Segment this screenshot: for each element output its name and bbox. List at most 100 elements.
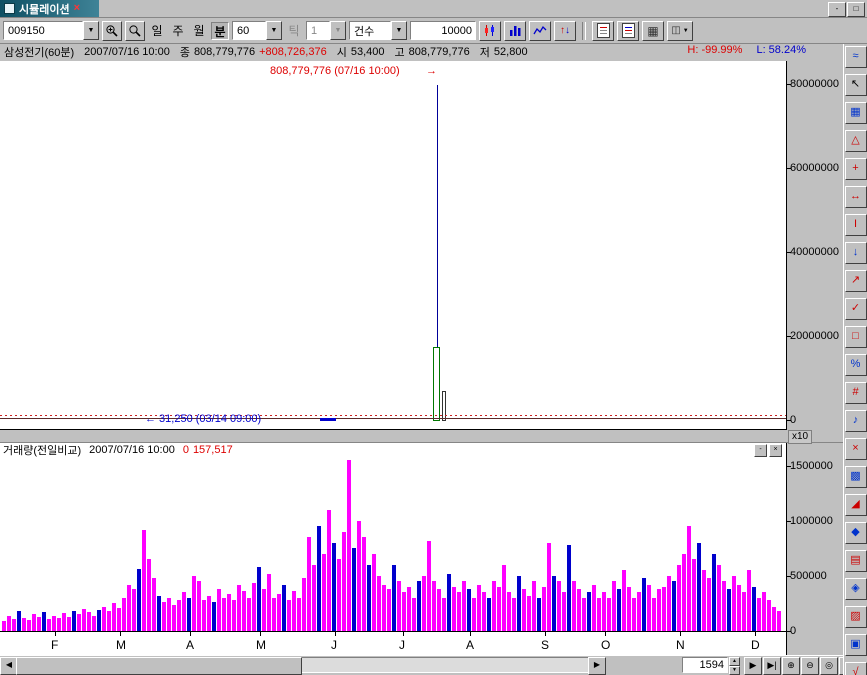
side-tool-button-7[interactable]: I [845, 214, 867, 236]
panel-minimize-icon[interactable]: - [754, 444, 767, 457]
chart-splitter[interactable] [0, 430, 867, 443]
month-tick-icon [335, 632, 336, 636]
chevron-down-icon[interactable]: ▼ [266, 21, 282, 40]
side-tool-button-14[interactable]: ♪ [845, 410, 867, 432]
volume-bar [777, 611, 781, 631]
month-label: S [541, 638, 549, 652]
price-axis-label: 40000000 [790, 246, 839, 258]
spin-down-icon[interactable]: ▼ [729, 666, 740, 675]
period-minute-button[interactable]: 분 [211, 22, 229, 40]
volume-bar [332, 543, 336, 631]
volume-bar [527, 596, 531, 631]
side-tool-button-12[interactable]: % [845, 354, 867, 376]
volume-bar [117, 608, 121, 631]
visible-bar-count-input[interactable] [682, 657, 728, 673]
side-tool-button-11[interactable]: □ [845, 326, 867, 348]
grid-icon: ▦ [647, 24, 658, 38]
side-tool-button-23[interactable]: √ [845, 662, 867, 675]
bottom-nav-button-5[interactable]: ◎ [820, 657, 838, 675]
stock-code-combo[interactable]: 009150 ▼ [3, 21, 99, 40]
minute-interval-select[interactable]: 60 ▼ [232, 21, 282, 40]
copy-chart-button[interactable] [617, 21, 639, 41]
low-annotation: ← 31,250 (03/14 09:00) [145, 413, 261, 425]
side-tool-button-20[interactable]: ◈ [845, 578, 867, 600]
scrollbar-thumb[interactable] [16, 657, 302, 675]
period-week-button[interactable]: 주 [169, 22, 187, 40]
stock-search-plus-button[interactable] [102, 21, 122, 41]
side-tool-button-8[interactable]: ↓ [845, 242, 867, 264]
volume-bar [472, 598, 476, 631]
bar-chart-button[interactable] [504, 21, 526, 41]
side-tool-button-13[interactable]: # [845, 382, 867, 404]
window-controls: - □ [828, 2, 865, 17]
stock-code-value[interactable]: 009150 [3, 21, 83, 40]
panel-close-icon[interactable]: × [769, 444, 782, 457]
bottom-nav-button-4[interactable]: ⊖ [801, 657, 819, 675]
minimize-button[interactable]: - [828, 2, 846, 17]
volume-bar [172, 605, 176, 631]
side-tool-button-22[interactable]: ▣ [845, 634, 867, 656]
scroll-right-button[interactable]: ▶ [588, 657, 606, 675]
side-tool-button-3[interactable]: ▦ [845, 102, 867, 124]
volume-bar [657, 589, 661, 631]
volume-bar [577, 589, 581, 631]
volume-axis: 150000010000005000000 [787, 457, 843, 632]
side-tool-button-15[interactable]: × [845, 438, 867, 460]
count-type-select[interactable]: 건수 ▼ [349, 21, 407, 40]
volume-bar [437, 589, 441, 631]
magnifier-icon [128, 24, 142, 38]
period-month-button[interactable]: 월 [190, 22, 208, 40]
chevron-down-icon[interactable]: ▼ [391, 21, 407, 40]
compare-arrows-button[interactable]: ↑ ↓ [554, 21, 576, 41]
volume-axis-label: 1000000 [790, 515, 833, 527]
chevron-down-icon[interactable]: ▼ [83, 21, 99, 40]
side-tool-button-19[interactable]: ▤ [845, 550, 867, 572]
count-type-value[interactable]: 건수 [349, 21, 391, 40]
spin-up-icon[interactable]: ▲ [729, 657, 740, 666]
volume-bar [227, 594, 231, 631]
volume-bar [772, 607, 776, 631]
volume-bar [242, 591, 246, 631]
volume-chart-plot[interactable] [0, 457, 787, 632]
volume-bar [482, 592, 486, 631]
month-label: M [256, 638, 266, 652]
bottom-nav-button-3[interactable]: ⊕ [782, 657, 800, 675]
candle-chart-button[interactable] [479, 21, 501, 41]
side-tool-button-16[interactable]: ▩ [845, 466, 867, 488]
price-chart-plot[interactable]: 808,779,776 (07/16 10:00) → ← 31,250 (03… [0, 61, 787, 430]
period-tick-label: 틱 [285, 22, 303, 40]
new-chart-button[interactable] [592, 21, 614, 41]
stock-search-button[interactable] [125, 21, 145, 41]
line-chart-button[interactable] [529, 21, 551, 41]
side-tool-button-1[interactable]: ≈ [845, 46, 867, 68]
side-tool-button-6[interactable]: ↔ [845, 186, 867, 208]
minute-interval-value[interactable]: 60 [232, 21, 266, 40]
volume-bar [2, 621, 6, 631]
period-day-button[interactable]: 일 [148, 22, 166, 40]
side-tool-button-4[interactable]: △ [845, 130, 867, 152]
side-tool-button-17[interactable]: ◢ [845, 494, 867, 516]
bottom-nav-button-1[interactable]: ▶ [744, 657, 762, 675]
side-tool-button-2[interactable]: ↖ [845, 74, 867, 96]
volume-bar [192, 576, 196, 631]
volume-bar [397, 581, 401, 631]
volume-bar [457, 592, 461, 631]
screen-split-button[interactable]: ▦ [642, 21, 664, 41]
side-tool-button-18[interactable]: ◆ [845, 522, 867, 544]
volume-bar [357, 521, 361, 631]
volume-bar [72, 611, 76, 631]
tab-close-icon[interactable]: × [74, 3, 80, 14]
side-tool-button-21[interactable]: ▨ [845, 606, 867, 628]
chart-menu-button[interactable]: ◫ ▼ [667, 21, 693, 41]
side-tool-button-5[interactable]: + [845, 158, 867, 180]
bar-count-input[interactable] [410, 21, 476, 40]
volume-bar [37, 617, 41, 631]
volume-bar [282, 585, 286, 631]
side-tool-button-9[interactable]: ↗ [845, 270, 867, 292]
bottom-nav-button-2[interactable]: ▶| [763, 657, 781, 675]
side-tool-button-10[interactable]: ✓ [845, 298, 867, 320]
restore-button[interactable]: □ [847, 2, 865, 17]
price-dashed-line [0, 415, 786, 416]
open-label: 시 [337, 44, 347, 60]
window-tab-simulation[interactable]: 시뮬레이션 × [0, 0, 99, 17]
